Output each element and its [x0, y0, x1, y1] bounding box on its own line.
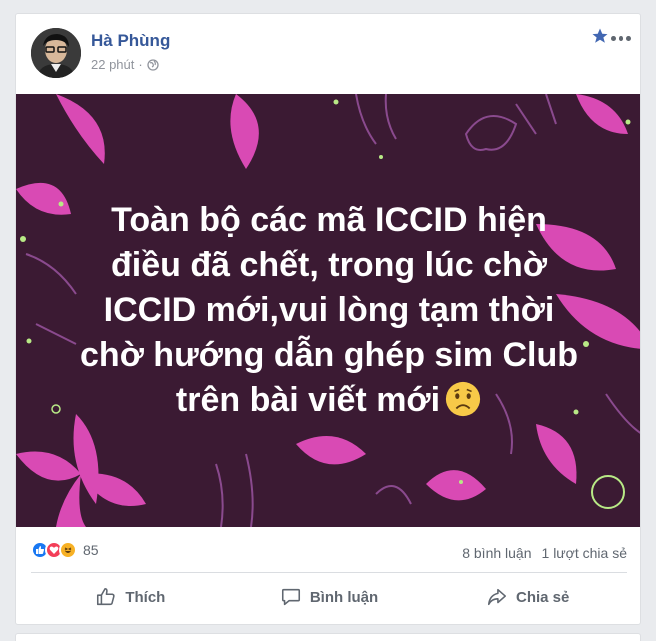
- reaction-count[interactable]: 85: [83, 542, 99, 558]
- reaction-summary[interactable]: 85: [31, 541, 99, 559]
- post-actions: Thích Bình luận Chia sẻ: [31, 577, 627, 617]
- share-count[interactable]: 1 lượt chia sẻ: [542, 545, 627, 561]
- post-text-line: trên bài viết mới: [46, 378, 612, 423]
- comment-button[interactable]: Bình luận: [230, 577, 429, 617]
- post-meta: 22 phút ·: [91, 57, 159, 72]
- globe-icon[interactable]: [147, 58, 159, 71]
- share-label: Chia sẻ: [516, 588, 570, 606]
- post-text-line: ICCID mới,vui lòng tạm thời: [103, 291, 555, 329]
- meta-separator: ·: [138, 57, 143, 72]
- post-header: Hà Phùng 22 phút ·: [16, 14, 640, 94]
- author-name[interactable]: Hà Phùng: [91, 31, 170, 51]
- share-arrow-icon: [487, 588, 507, 606]
- post-time[interactable]: 22 phút: [91, 57, 134, 72]
- post-stats: 85 8 bình luận 1 lượt chia sẻ: [16, 527, 640, 573]
- like-label: Thích: [125, 588, 166, 606]
- like-button[interactable]: Thích: [31, 577, 230, 617]
- avatar-image: [31, 28, 81, 78]
- comment-label: Bình luận: [309, 588, 379, 606]
- more-options-icon[interactable]: [611, 36, 632, 42]
- engagement-counts: 8 bình luận 1 lượt chia sẻ: [462, 545, 627, 561]
- comment-icon: [281, 588, 300, 606]
- post-text-line: chờ hướng dẫn ghép sim Club: [80, 336, 578, 374]
- thumbs-up-icon: [97, 587, 115, 606]
- comment-count[interactable]: 8 bình luận: [462, 545, 531, 561]
- post-text-line: điều đã chết, trong lúc chờ: [111, 246, 547, 284]
- post-image[interactable]: Toàn bộ các mã ICCID hiện điều đã chết, …: [16, 94, 640, 527]
- share-button[interactable]: Chia sẻ: [428, 577, 627, 617]
- post-card: Hà Phùng 22 phút · Toàn bộ các mã ICCID …: [15, 13, 641, 625]
- avatar[interactable]: [31, 28, 81, 78]
- next-post-card: [15, 633, 641, 641]
- sad-face-emoji: [445, 381, 481, 417]
- star-icon[interactable]: [591, 27, 609, 45]
- action-divider: [31, 572, 627, 573]
- haha-reaction-icon: [59, 541, 77, 559]
- post-text-line: Toàn bộ các mã ICCID hiện: [111, 201, 547, 239]
- post-text: Toàn bộ các mã ICCID hiện điều đã chết, …: [46, 198, 612, 423]
